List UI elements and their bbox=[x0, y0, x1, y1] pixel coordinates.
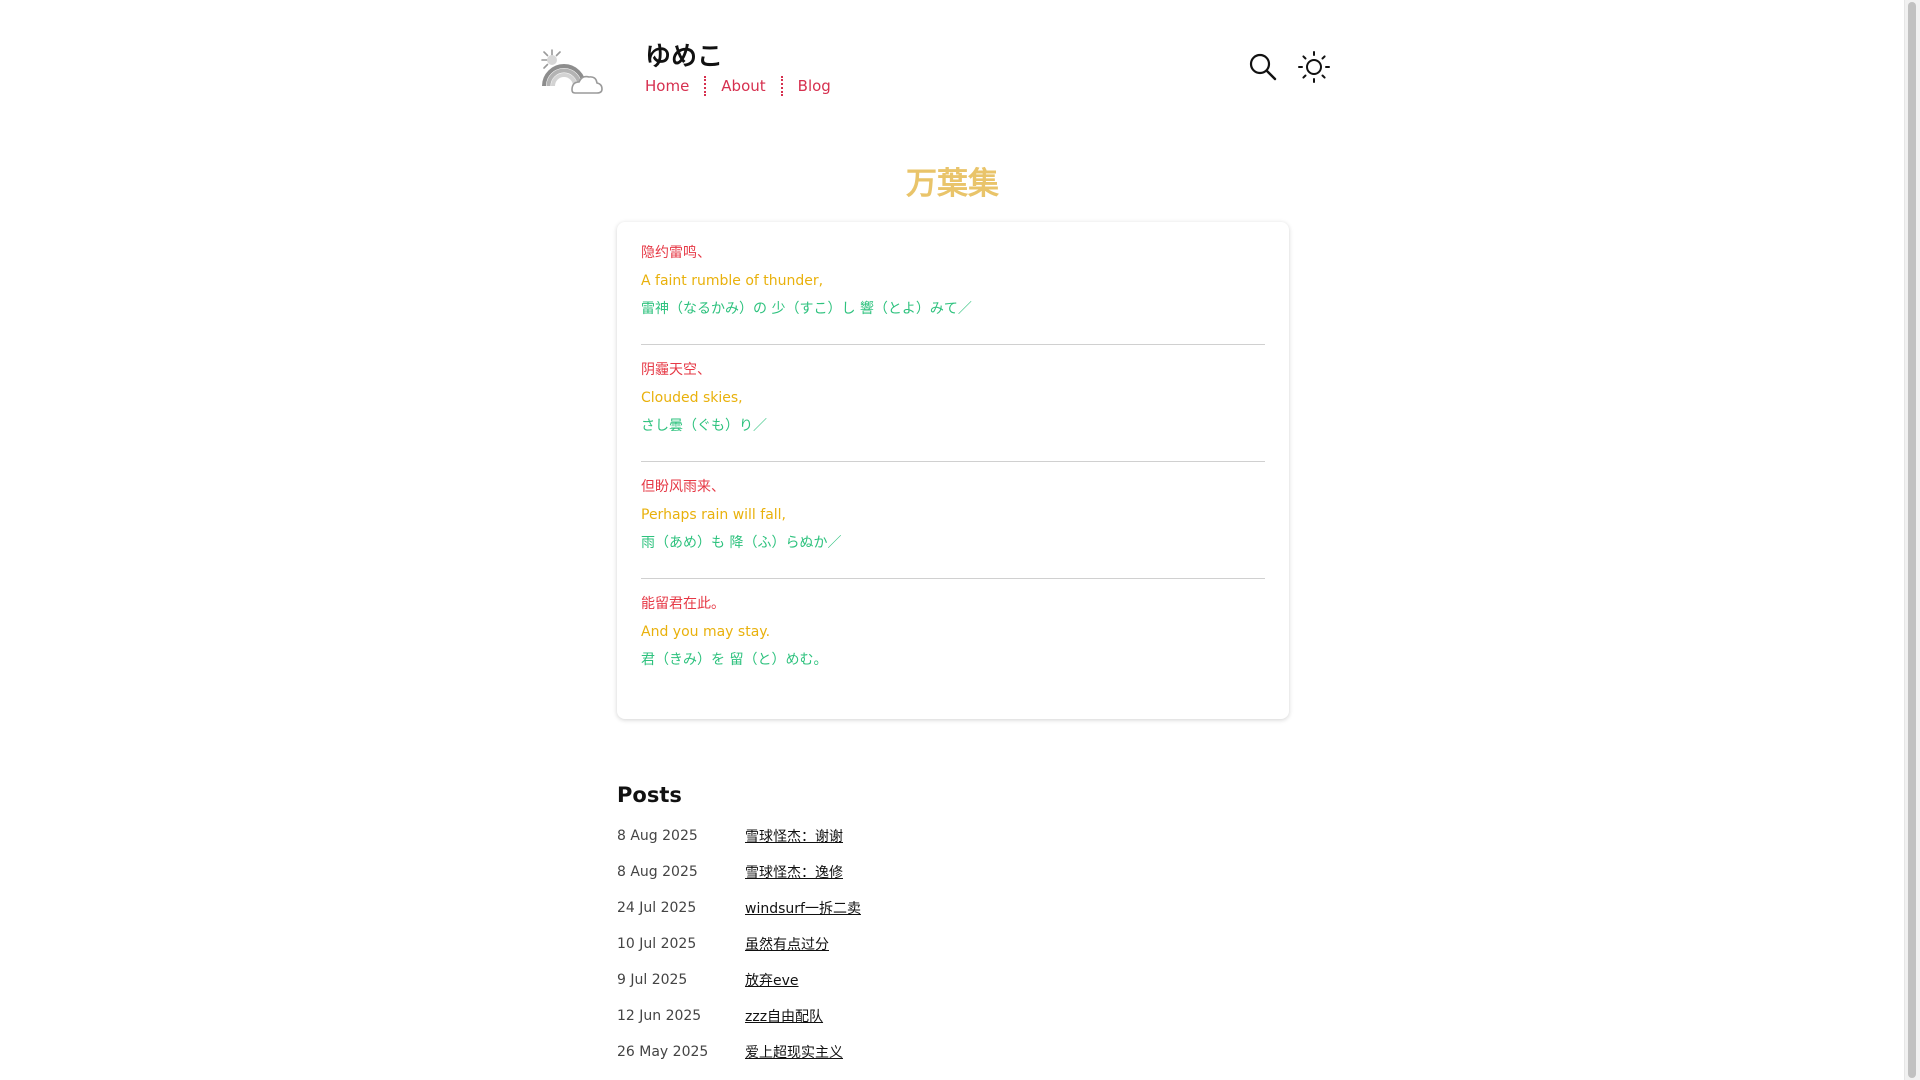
stanza-japanese-line: さし曇（ぐも）り／ bbox=[641, 418, 767, 434]
page-scrollbar[interactable] bbox=[1904, 0, 1920, 1080]
rainbow-cloud-icon[interactable] bbox=[538, 46, 604, 102]
post-row: 8 Aug 2025 雪球怪杰：逸修 bbox=[617, 854, 1289, 890]
post-link[interactable]: zzz自由配队 bbox=[745, 1006, 823, 1026]
collection-title: 万葉集 bbox=[906, 166, 999, 202]
post-date: 9 Jul 2025 bbox=[617, 972, 688, 988]
post-row: 12 Jun 2025 zzz自由配队 bbox=[617, 998, 1289, 1034]
poem-card: 隐约雷鸣、 A faint rumble of thunder, 雷神（なるかみ… bbox=[617, 222, 1289, 719]
scrollbar-thumb[interactable] bbox=[1908, 2, 1916, 1078]
poem-stanza: 阴霾天空、 Clouded skies, さし曇（ぐも）り／ bbox=[641, 356, 1265, 440]
post-date: 26 May 2025 bbox=[617, 1044, 709, 1060]
stanza-chinese-line: 能留君在此。 bbox=[641, 596, 725, 612]
stanza-divider bbox=[641, 578, 1265, 579]
post-link[interactable]: 雪球怪杰：逸修 bbox=[745, 862, 843, 882]
post-row: 26 May 2025 爱上超现实主义 bbox=[617, 1034, 1289, 1070]
post-date: 8 Aug 2025 bbox=[617, 864, 698, 880]
poem-stanza: 但盼风雨来、 Perhaps rain will fall, 雨（あめ）も 降（… bbox=[641, 473, 1265, 557]
stanza-japanese-line: 雷神（なるかみ）の 少（すこ）し 響（とよ）みて／ bbox=[641, 301, 972, 317]
main-nav: Home About Blog bbox=[645, 76, 831, 96]
theme-toggle-button[interactable] bbox=[1297, 50, 1331, 84]
stanza-english-line: Clouded skies, bbox=[641, 390, 743, 406]
post-date: 24 Jul 2025 bbox=[617, 900, 697, 916]
nav-blog-link[interactable]: Blog bbox=[798, 77, 831, 95]
post-date: 8 Aug 2025 bbox=[617, 828, 698, 844]
sun-icon bbox=[1298, 51, 1330, 83]
stanza-english-line: A faint rumble of thunder, bbox=[641, 273, 824, 289]
nav-about-link[interactable]: About bbox=[721, 77, 765, 95]
post-row: 8 Aug 2025 雪球怪杰：谢谢 bbox=[617, 818, 1289, 854]
stanza-chinese-line: 隐约雷鸣、 bbox=[641, 245, 711, 261]
search-button[interactable] bbox=[1246, 50, 1280, 84]
search-icon bbox=[1249, 53, 1277, 81]
poem-stanza: 能留君在此。 And you may stay. 君（きみ）を 留（と）めむ。 bbox=[641, 590, 1265, 674]
nav-divider bbox=[780, 76, 783, 96]
posts-list: 8 Aug 2025 雪球怪杰：谢谢 8 Aug 2025 雪球怪杰：逸修 24… bbox=[617, 818, 1289, 1070]
post-date: 12 Jun 2025 bbox=[617, 1008, 702, 1024]
stanza-divider bbox=[641, 461, 1265, 462]
post-date: 10 Jul 2025 bbox=[617, 936, 697, 952]
post-link[interactable]: 放弃eve bbox=[745, 970, 799, 990]
post-link[interactable]: 爱上超现实主义 bbox=[745, 1042, 843, 1062]
stanza-japanese-line: 君（きみ）を 留（と）めむ。 bbox=[641, 652, 828, 668]
post-row: 10 Jul 2025 虽然有点过分 bbox=[617, 926, 1289, 962]
stanza-divider bbox=[641, 344, 1265, 345]
post-link[interactable]: windsurf一拆二卖 bbox=[745, 898, 861, 918]
poem-stanza: 隐约雷鸣、 A faint rumble of thunder, 雷神（なるかみ… bbox=[641, 239, 1265, 323]
stanza-japanese-line: 雨（あめ）も 降（ふ）らぬか／ bbox=[641, 535, 842, 551]
stanza-english-line: And you may stay. bbox=[641, 624, 771, 640]
nav-home-link[interactable]: Home bbox=[645, 77, 689, 95]
stanza-chinese-line: 但盼风雨来、 bbox=[641, 479, 725, 495]
stanza-chinese-line: 阴霾天空、 bbox=[641, 362, 711, 378]
post-row: 24 Jul 2025 windsurf一拆二卖 bbox=[617, 890, 1289, 926]
post-link[interactable]: 虽然有点过分 bbox=[745, 934, 829, 954]
nav-divider bbox=[704, 76, 707, 96]
posts-heading: Posts bbox=[617, 783, 682, 807]
stanza-english-line: Perhaps rain will fall, bbox=[641, 507, 787, 523]
post-link[interactable]: 雪球怪杰：谢谢 bbox=[745, 826, 843, 846]
post-row: 9 Jul 2025 放弃eve bbox=[617, 962, 1289, 998]
site-title[interactable]: ゆめこ bbox=[645, 36, 723, 73]
